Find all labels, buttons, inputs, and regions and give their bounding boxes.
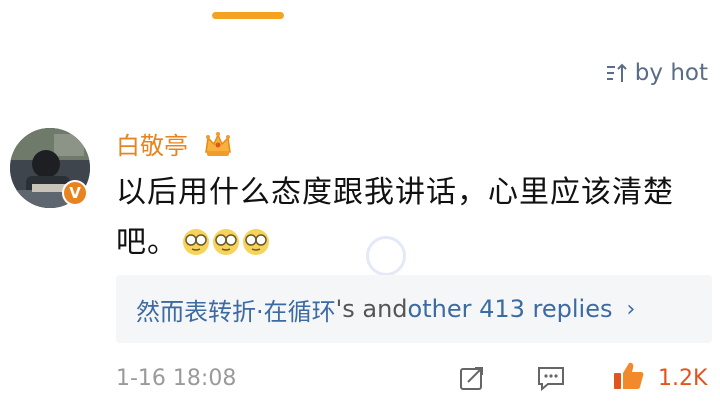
verified-badge: V xyxy=(62,180,88,206)
like-count: 1.2K xyxy=(658,366,708,391)
loading-indicator xyxy=(366,236,406,276)
comment-screen: by hot V 白敬亭 以后用什么态度跟我讲话，心里应该清楚吧。 然而表转折·… xyxy=(0,0,720,405)
reply-usernames[interactable]: 然而表转折·在循环 xyxy=(136,292,336,327)
sort-label: by hot xyxy=(634,60,708,86)
comment-icon[interactable] xyxy=(536,364,566,392)
glasses-emoji-icon xyxy=(243,229,269,255)
reply-connector: 's and xyxy=(335,295,408,323)
glasses-emoji-icon xyxy=(183,229,209,255)
emoji-row xyxy=(182,228,270,256)
replies-summary[interactable]: 然而表转折·在循环's and other 413 replies › xyxy=(116,275,712,343)
sort-by-hot-button[interactable]: by hot xyxy=(605,58,708,88)
active-tab-indicator xyxy=(212,12,284,19)
glasses-emoji-icon xyxy=(213,229,239,255)
crown-icon xyxy=(205,132,231,156)
like-icon[interactable] xyxy=(612,360,646,392)
sort-icon xyxy=(606,63,627,82)
comment-body: 以后用什么态度跟我讲话，心里应该清楚吧。 xyxy=(116,168,696,268)
chevron-right-icon: › xyxy=(626,296,636,322)
comment-timestamp: 1-16 18:08 xyxy=(116,366,237,391)
share-icon[interactable] xyxy=(458,364,486,392)
comment-username[interactable]: 白敬亭 xyxy=(116,132,188,160)
reply-count-link[interactable]: other 413 replies xyxy=(408,295,613,323)
